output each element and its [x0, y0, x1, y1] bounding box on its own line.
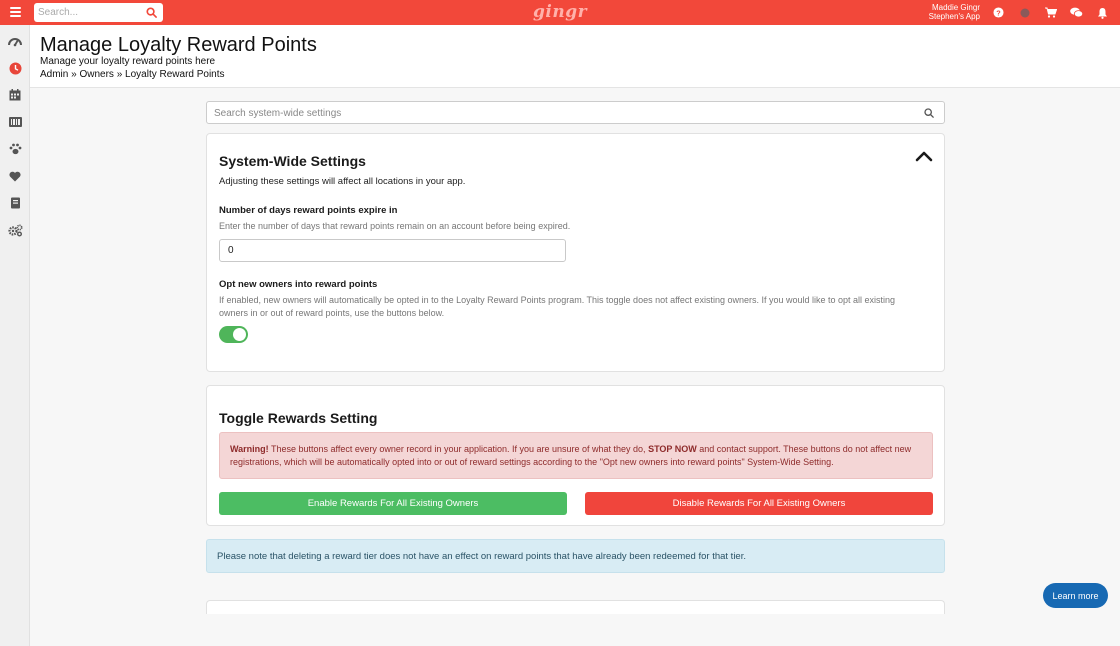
- user-menu[interactable]: Maddie Gingr Stephen's App: [929, 3, 980, 21]
- disable-rewards-button[interactable]: Disable Rewards For All Existing Owners: [585, 492, 933, 515]
- settings-gears-icon[interactable]: [7, 222, 23, 238]
- learn-more-button[interactable]: Learn more: [1043, 583, 1108, 608]
- app-name: Stephen's App: [928, 12, 980, 21]
- dashboard-icon[interactable]: [7, 33, 23, 49]
- expire-days-help: Enter the number of days that reward poi…: [219, 221, 571, 231]
- settings-search: [206, 101, 945, 124]
- chat-icon[interactable]: [1069, 5, 1084, 20]
- toggle-rewards-card: Toggle Rewards Setting Warning! These bu…: [206, 385, 945, 526]
- page-subtitle: Manage your loyalty reward points here: [40, 56, 216, 67]
- breadcrumb[interactable]: Admin » Owners » Loyalty Reward Points: [40, 69, 225, 80]
- system-wide-settings-card: System-Wide Settings Adjusting these set…: [206, 133, 945, 372]
- search-icon[interactable]: [924, 108, 934, 118]
- calendar-icon[interactable]: [7, 87, 23, 103]
- warning-stop-now: STOP NOW: [648, 444, 697, 454]
- user-name: Maddie Gingr: [931, 3, 980, 12]
- left-sidebar: [0, 25, 30, 646]
- system-settings-title: System-Wide Settings: [219, 153, 366, 169]
- opt-in-label: Opt new owners into reward points: [219, 279, 378, 290]
- global-search-input[interactable]: [38, 5, 142, 20]
- collapse-chevron-up-icon[interactable]: [915, 149, 933, 163]
- settings-search-input[interactable]: [214, 106, 894, 120]
- hamburger-menu-icon[interactable]: [8, 5, 24, 19]
- cart-icon[interactable]: [1043, 5, 1058, 20]
- reward-tiers-card: [206, 600, 945, 614]
- warning-alert: Warning! These buttons affect every owne…: [219, 432, 933, 479]
- warning-text-1: These buttons affect every owner record …: [271, 444, 646, 454]
- status-dot-icon[interactable]: [1017, 5, 1032, 20]
- reward-tier-info-note: Please note that deleting a reward tier …: [206, 539, 945, 573]
- expire-days-label: Number of days reward points expire in: [219, 205, 398, 216]
- help-icon[interactable]: ?: [991, 5, 1006, 20]
- page-title: Manage Loyalty Reward Points: [40, 34, 317, 56]
- page-header: Manage Loyalty Reward Points Manage your…: [30, 25, 1120, 88]
- search-icon[interactable]: [146, 7, 157, 18]
- paw-icon[interactable]: [7, 141, 23, 157]
- global-search: [34, 3, 163, 22]
- book-icon[interactable]: [7, 195, 23, 211]
- svg-text:?: ?: [996, 8, 1001, 17]
- top-bar: gingr Maddie Gingr Stephen's App ?: [0, 0, 1120, 25]
- barcode-icon[interactable]: [7, 114, 23, 130]
- system-settings-description: Adjusting these settings will affect all…: [219, 176, 466, 187]
- toggle-rewards-title: Toggle Rewards Setting: [219, 410, 378, 426]
- toggle-knob: [233, 328, 246, 341]
- gingr-logo[interactable]: gingr: [533, 2, 587, 22]
- opt-in-help: If enabled, new owners will automaticall…: [219, 295, 896, 318]
- warning-prefix: Warning!: [230, 444, 269, 454]
- opt-in-toggle[interactable]: [219, 326, 248, 343]
- enable-rewards-button[interactable]: Enable Rewards For All Existing Owners: [219, 492, 567, 515]
- expire-days-input[interactable]: [219, 239, 566, 262]
- heart-icon[interactable]: [7, 168, 23, 184]
- bell-icon[interactable]: [1095, 5, 1110, 20]
- clock-icon[interactable]: [7, 60, 23, 76]
